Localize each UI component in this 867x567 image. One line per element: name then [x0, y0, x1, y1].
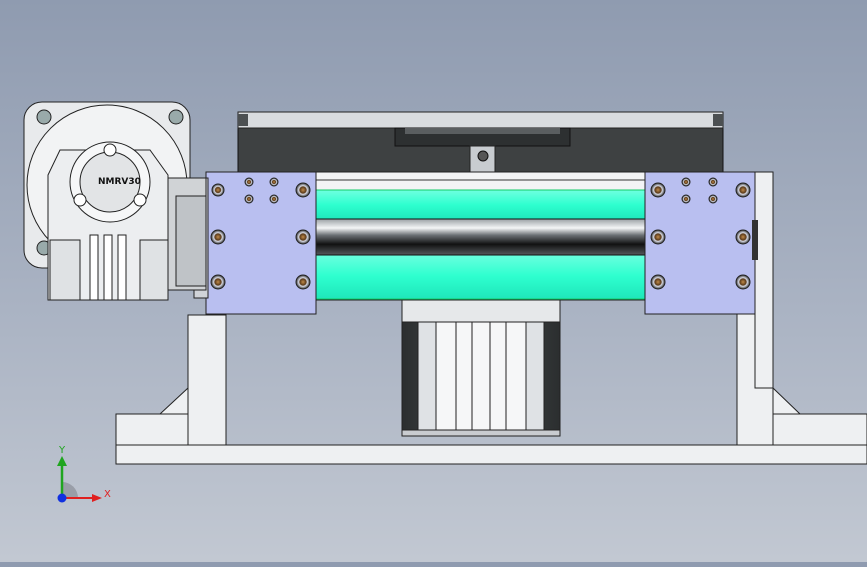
bolt-head	[708, 194, 718, 204]
bolt-head	[211, 183, 225, 197]
bolt-head	[269, 177, 279, 187]
base-plate	[115, 444, 867, 465]
bolt-head	[244, 194, 254, 204]
coordinate-triad: Y X	[57, 445, 111, 503]
bolt-head	[244, 177, 254, 187]
bolt-head	[650, 229, 666, 245]
top-drive-housing[interactable]	[237, 111, 724, 175]
bolt-head	[650, 274, 666, 290]
bolt-head	[295, 229, 311, 245]
bolt-head	[708, 177, 718, 187]
bolt-head	[735, 274, 751, 290]
bolt-head	[650, 182, 666, 198]
linear-module[interactable]	[315, 171, 649, 301]
bolt-head	[210, 274, 226, 290]
bolt-head	[210, 229, 226, 245]
bolt-head	[295, 182, 311, 198]
bolt-head	[681, 194, 691, 204]
worm-gear-reducer[interactable]: NMRV30	[23, 101, 207, 301]
right-support-upper	[754, 171, 774, 389]
x-axis-label: X	[104, 489, 111, 500]
bolt-head	[269, 194, 279, 204]
z-axis-dot	[57, 493, 67, 503]
stepper-motor[interactable]	[401, 299, 561, 437]
gear-nameplate: NMRV30	[98, 177, 141, 187]
y-axis-label: Y	[58, 445, 66, 456]
guide-rod-top	[315, 189, 649, 221]
bolt-head	[681, 177, 691, 187]
guide-rod-bottom	[315, 252, 649, 300]
left-support-post	[187, 314, 227, 446]
bolt-head	[735, 182, 751, 198]
ball-screw-shaft	[315, 218, 649, 256]
bolt-head	[295, 274, 311, 290]
bolt-head	[735, 229, 751, 245]
cad-viewport[interactable]: NMRV30 Y X	[0, 0, 867, 562]
